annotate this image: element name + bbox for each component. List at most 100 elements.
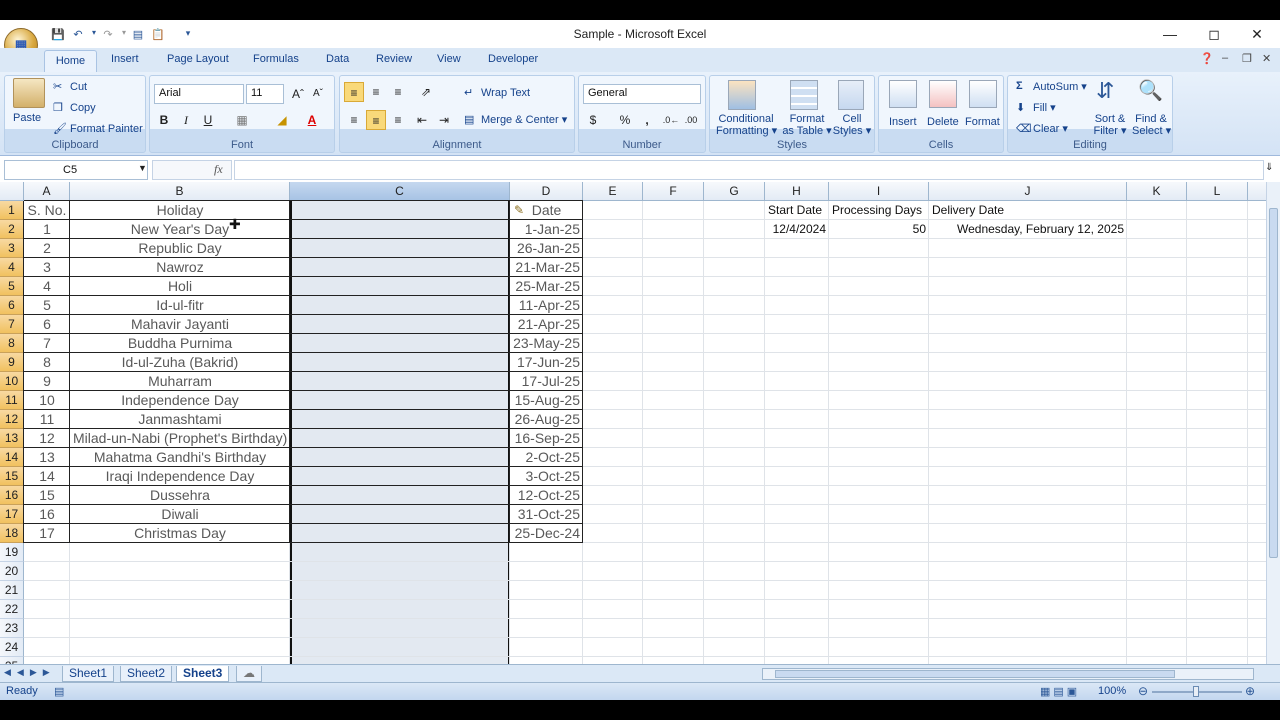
column-header-d[interactable]: D xyxy=(510,182,583,201)
name-box-dropdown-icon[interactable]: ▼ xyxy=(138,163,147,173)
font-name-combo[interactable]: Arial xyxy=(154,84,244,104)
zoom-in-icon[interactable]: ⊕ xyxy=(1245,684,1255,698)
row-header[interactable]: 10 xyxy=(0,372,24,391)
tab-data[interactable]: Data xyxy=(326,53,349,65)
row-header[interactable]: 18 xyxy=(0,524,24,543)
worksheet-grid[interactable]: ABCDEFGHIJKL 1 2 3 4 5 6 7 8 9 10 11 12 13 14 15 16 17 18… xyxy=(0,182,1266,695)
column-header-i[interactable]: I xyxy=(829,182,929,201)
close-icon[interactable]: ✕ xyxy=(1245,24,1269,44)
help-icon[interactable]: ❓ xyxy=(1200,52,1214,65)
insert-sheet-icon[interactable]: ☁ xyxy=(236,666,262,682)
macro-record-icon[interactable]: ▤ xyxy=(54,685,64,698)
workbook-minimize-icon[interactable]: – xyxy=(1222,52,1228,64)
fill-color-icon[interactable]: ◢ xyxy=(272,110,292,130)
column-header-f[interactable]: F xyxy=(643,182,704,201)
undo-icon[interactable]: ↶ xyxy=(70,28,86,42)
row-header[interactable]: 22 xyxy=(0,600,24,619)
vertical-scrollbar[interactable] xyxy=(1266,182,1280,672)
tab-review[interactable]: Review xyxy=(376,53,412,65)
sort-filter-icon[interactable]: ⇵ xyxy=(1096,78,1114,104)
row-header[interactable]: 16 xyxy=(0,486,24,505)
align-right-icon[interactable]: ≡ xyxy=(388,110,408,130)
row-header[interactable]: 19 xyxy=(0,543,24,562)
number-format-combo[interactable]: General xyxy=(583,84,701,104)
cell-styles-button[interactable]: Cell Styles ▾ xyxy=(832,113,872,137)
tab-home[interactable]: Home xyxy=(44,50,97,72)
borders-icon[interactable]: ▦ xyxy=(232,110,252,130)
format-cells-button[interactable]: Format xyxy=(965,116,1000,128)
align-center-icon[interactable]: ≡ xyxy=(366,110,386,130)
font-color-icon[interactable]: A xyxy=(302,110,322,130)
tab-page-layout[interactable]: Page Layout xyxy=(167,53,229,65)
row-header[interactable]: 1 xyxy=(0,201,24,220)
align-bottom-icon[interactable]: ≡ xyxy=(388,82,408,102)
workbook-close-icon[interactable]: ✕ xyxy=(1262,52,1271,65)
increase-decimal-icon[interactable]: .0← xyxy=(661,110,681,130)
comma-icon[interactable]: , xyxy=(637,110,657,130)
conditional-formatting-icon[interactable] xyxy=(728,80,756,110)
insert-cells-button[interactable]: Insert xyxy=(889,116,917,128)
align-middle-icon[interactable]: ≡ xyxy=(366,82,386,102)
row-header[interactable]: 4 xyxy=(0,258,24,277)
sort-filter-button[interactable]: Sort & Filter ▾ xyxy=(1092,113,1128,137)
row-header[interactable]: 13 xyxy=(0,429,24,448)
zoom-slider-handle[interactable] xyxy=(1193,686,1199,697)
paste-button[interactable]: Paste xyxy=(13,112,41,124)
row-header[interactable]: 3 xyxy=(0,239,24,258)
insert-function-icon[interactable]: fx xyxy=(214,162,223,177)
horizontal-scrollbar[interactable] xyxy=(762,668,1254,680)
currency-icon[interactable]: $ xyxy=(583,110,603,130)
sheet-tab-1[interactable]: Sheet1 xyxy=(62,666,115,682)
tab-insert[interactable]: Insert xyxy=(111,53,139,65)
cut-button[interactable]: ✂ Cut xyxy=(53,80,87,94)
row-header[interactable]: 14 xyxy=(0,448,24,467)
maximize-icon[interactable]: ◻ xyxy=(1202,24,1226,44)
merge-center-button[interactable]: ▤ Merge & Center ▾ xyxy=(464,113,567,127)
column-header-a[interactable]: A xyxy=(24,182,70,201)
fill-button[interactable]: ⬇ Fill ▾ xyxy=(1016,101,1056,115)
save-icon[interactable]: 💾 xyxy=(50,28,66,42)
redo-icon[interactable]: ↷ xyxy=(100,28,116,42)
column-header-e[interactable]: E xyxy=(583,182,643,201)
percent-icon[interactable]: % xyxy=(615,110,635,130)
zoom-level[interactable]: 100% xyxy=(1098,685,1126,697)
row-header[interactable]: 9 xyxy=(0,353,24,372)
find-select-button[interactable]: Find & Select ▾ xyxy=(1132,113,1171,137)
delete-cells-button[interactable]: Delete xyxy=(927,116,959,128)
row-header[interactable]: 8 xyxy=(0,334,24,353)
conditional-formatting-button[interactable]: Conditional Formatting ▾ xyxy=(716,113,777,137)
row-header[interactable]: 7 xyxy=(0,315,24,334)
row-header[interactable]: 5 xyxy=(0,277,24,296)
format-as-table-button[interactable]: Format as Table ▾ xyxy=(782,113,832,137)
clear-button[interactable]: ⌫Clear ▾ xyxy=(1016,122,1068,136)
insert-cells-icon[interactable] xyxy=(889,80,917,108)
row-header[interactable]: 23 xyxy=(0,619,24,638)
increase-indent-icon[interactable]: ⇥ xyxy=(434,110,454,130)
tab-developer[interactable]: Developer xyxy=(488,53,538,65)
row-header[interactable]: 24 xyxy=(0,638,24,657)
italic-button[interactable]: I xyxy=(176,110,196,130)
smart-tag-icon[interactable]: ✎ xyxy=(514,201,528,220)
wrap-text-button[interactable]: ↵ Wrap Text xyxy=(464,86,530,100)
expand-formula-bar-icon[interactable]: ⇓ xyxy=(1265,162,1273,173)
select-all-corner[interactable] xyxy=(0,182,24,201)
vertical-scroll-thumb[interactable] xyxy=(1269,208,1278,558)
sheet-nav-icons[interactable]: ◀◀▶▶ xyxy=(4,667,56,678)
decrease-decimal-icon[interactable]: .00 xyxy=(681,110,701,130)
column-header-l[interactable]: L xyxy=(1187,182,1248,201)
copy-button[interactable]: ❐ Copy xyxy=(53,101,96,115)
grow-font-icon[interactable]: Aˆ xyxy=(288,84,308,104)
formula-input[interactable] xyxy=(234,160,1264,180)
bold-button[interactable]: B xyxy=(154,110,174,130)
sheet-tab-3-active[interactable]: Sheet3 xyxy=(176,666,230,682)
row-header[interactable]: 6 xyxy=(0,296,24,315)
format-painter-button[interactable]: 🖌 Format Painter xyxy=(53,122,143,136)
minimize-icon[interactable]: — xyxy=(1158,24,1182,44)
view-buttons-icon[interactable]: ▦▤▣ xyxy=(1040,685,1080,698)
row-header[interactable]: 20 xyxy=(0,562,24,581)
workbook-restore-icon[interactable]: ❐ xyxy=(1242,52,1252,65)
format-cells-icon[interactable] xyxy=(969,80,997,108)
paste-special-icon[interactable]: 📋 xyxy=(150,28,166,42)
print-preview-icon[interactable]: ▤ xyxy=(130,28,146,42)
tab-view[interactable]: View xyxy=(437,53,461,65)
